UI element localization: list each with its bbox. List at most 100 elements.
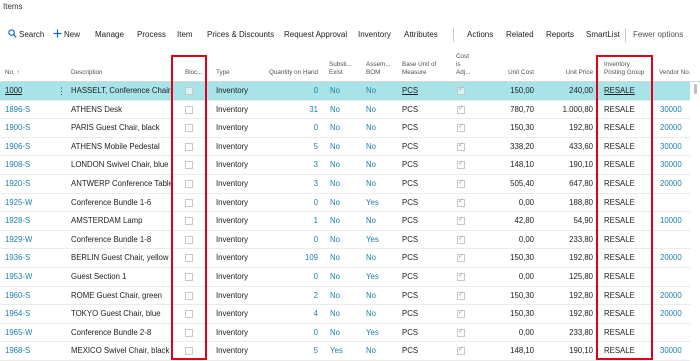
column-header-cost-adjusted[interactable]: Cost is Adj...	[456, 53, 470, 77]
blocked-checkbox[interactable]	[185, 235, 193, 244]
item-menu[interactable]: Item	[177, 26, 193, 44]
new-button[interactable]: New	[53, 26, 80, 44]
more-options-icon[interactable]: ⋮	[57, 82, 66, 100]
request-approval-menu[interactable]: Request Approval	[284, 26, 347, 44]
item-no-cell[interactable]: 1936-S	[5, 249, 30, 267]
table-row[interactable]: 1000 HASSELT, Conference Chair, Inventory 0…	[0, 82, 690, 101]
quantity-on-hand-cell[interactable]: 0	[262, 268, 318, 286]
reports-menu[interactable]: Reports	[546, 26, 574, 44]
table-row[interactable]: 1928-S AMSTERDAM Lamp Inventory 1 No No PCS 42,…	[0, 212, 690, 231]
quantity-on-hand-cell[interactable]: 2	[262, 287, 318, 305]
column-header-unit-price[interactable]: Unit Price	[553, 69, 593, 77]
blocked-checkbox[interactable]	[185, 87, 193, 95]
quantity-on-hand-cell[interactable]: 0	[262, 231, 318, 249]
table-row[interactable]: 1965-W Conference Bundle 2-8 Inventory 0 No Y…	[0, 324, 690, 343]
quantity-on-hand-cell[interactable]: 0	[262, 82, 318, 100]
item-no-cell[interactable]: 1896-S	[5, 101, 30, 119]
item-no-cell[interactable]: 1968-S	[5, 342, 30, 360]
quantity-on-hand-cell[interactable]: 0	[262, 194, 318, 212]
quantity-on-hand-cell[interactable]: 0	[262, 324, 318, 342]
column-header-inventory-posting-group[interactable]: Inventory Posting Group	[604, 61, 644, 77]
blocked-checkbox[interactable]	[185, 105, 193, 114]
item-no-cell[interactable]: 1928-S	[5, 212, 30, 230]
table-row[interactable]: 1953-W Guest Section 1 Inventory 0 No Yes PCS 0…	[0, 268, 690, 287]
vendor-no-cell[interactable]: 20000	[660, 249, 682, 267]
column-header-description[interactable]: Description	[71, 69, 103, 77]
column-header-vendor-no[interactable]: Vendor No.	[659, 69, 691, 77]
quantity-on-hand-cell[interactable]: 3	[262, 156, 318, 174]
manage-menu[interactable]: Manage	[95, 26, 124, 44]
vendor-no-cell[interactable]: 30000	[660, 101, 682, 119]
blocked-checkbox[interactable]	[185, 161, 193, 170]
vendor-no-cell[interactable]: 20000	[660, 119, 682, 137]
blocked-checkbox[interactable]	[185, 180, 193, 188]
process-menu[interactable]: Process	[137, 26, 166, 44]
table-row[interactable]: 1920-S ANTWERP Conference Table Inventory 3…	[0, 175, 690, 194]
table-row[interactable]: 1906-S ATHENS Mobile Pedestal Inventory 5 No…	[0, 138, 690, 157]
vertical-scrollbar[interactable]	[692, 84, 700, 361]
table-row[interactable]: 1925-W Conference Bundle 1-6 Inventory 0 No Y…	[0, 194, 690, 213]
table-row[interactable]: 1964-S TOKYO Guest Chair, blue Inventory 4 N…	[0, 305, 690, 324]
table-row[interactable]: 1968-S MEXICO Swivel Chair, black Inventor…	[0, 342, 690, 361]
blocked-checkbox[interactable]	[185, 198, 193, 207]
column-header-no[interactable]: No. ↑	[5, 69, 20, 77]
item-no-cell[interactable]: 1965-W	[5, 324, 32, 342]
column-header-assembly-bom[interactable]: Assem... BOM	[366, 61, 391, 77]
table-row[interactable]: 1960-S ROME Guest Chair, green Inventory 2 N…	[0, 287, 690, 306]
quantity-on-hand-cell[interactable]: 5	[262, 138, 318, 156]
item-no-cell[interactable]: 1900-S	[5, 119, 30, 137]
blocked-checkbox[interactable]	[185, 124, 193, 133]
blocked-checkbox[interactable]	[185, 347, 193, 356]
search-button[interactable]: Search	[8, 26, 44, 44]
item-no-cell[interactable]: 1929-W	[5, 231, 32, 249]
table-row[interactable]: 1900-S PARIS Guest Chair, black Inventory 0…	[0, 119, 690, 138]
actions-menu[interactable]: Actions	[467, 26, 493, 44]
item-no-cell[interactable]: 1960-S	[5, 287, 30, 305]
blocked-checkbox[interactable]	[185, 291, 193, 300]
related-menu[interactable]: Related	[506, 26, 534, 44]
blocked-checkbox[interactable]	[185, 254, 193, 263]
item-no-cell[interactable]: 1964-S	[5, 305, 30, 323]
vendor-no-cell[interactable]: 20000	[660, 287, 682, 305]
item-no-cell[interactable]: 1953-W	[5, 268, 32, 286]
blocked-checkbox[interactable]	[185, 273, 193, 281]
blocked-checkbox[interactable]	[185, 142, 193, 151]
vendor-no-cell[interactable]: 20000	[660, 305, 682, 323]
table-row[interactable]: 1936-S BERLIN Guest Chair, yellow Inventor…	[0, 249, 690, 268]
blocked-checkbox[interactable]	[185, 328, 193, 337]
vendor-no-cell[interactable]: 30000	[660, 156, 682, 174]
quantity-on-hand-cell[interactable]: 31	[262, 101, 318, 119]
inventory-menu[interactable]: Inventory	[358, 26, 391, 44]
quantity-on-hand-cell[interactable]: 1	[262, 212, 318, 230]
table-row[interactable]: 1929-W Conference Bundle 1-8 Inventory 0 No Y…	[0, 231, 690, 250]
vendor-no-cell[interactable]: 30000	[660, 138, 682, 156]
item-no-cell[interactable]: 1906-S	[5, 138, 30, 156]
item-no-cell[interactable]: 1000	[5, 82, 22, 100]
vendor-no-cell[interactable]: 10000	[660, 212, 682, 230]
quantity-on-hand-cell[interactable]: 5	[262, 342, 318, 360]
column-header-type[interactable]: Type	[216, 69, 230, 77]
fewer-options-button[interactable]: Fewer options	[633, 26, 683, 44]
vendor-no-cell[interactable]: 30000	[660, 342, 682, 360]
item-no-cell[interactable]: 1920-S	[5, 175, 30, 193]
table-row[interactable]: 1896-S ATHENS Desk Inventory 31 No No PCS 780,7…	[0, 101, 690, 120]
scrollbar-thumb[interactable]	[694, 84, 697, 94]
smartlist-menu[interactable]: SmartList	[586, 26, 620, 44]
column-header-blocked[interactable]: Bloc...	[185, 69, 203, 77]
quantity-on-hand-cell[interactable]: 4	[262, 305, 318, 323]
blocked-checkbox[interactable]	[185, 310, 193, 319]
column-header-unit-cost[interactable]: Unit Cost	[494, 69, 534, 77]
prices-discounts-menu[interactable]: Prices & Discounts	[207, 26, 274, 44]
attributes-menu[interactable]: Attributes	[404, 26, 438, 44]
blocked-checkbox[interactable]	[185, 217, 193, 226]
table-row[interactable]: 1908-S LONDON Swivel Chair, blue Inventory…	[0, 156, 690, 175]
column-header-base-unit[interactable]: Base Unit of Measure	[402, 61, 436, 77]
column-header-quantity-on-hand[interactable]: Quantity on Hand	[262, 69, 318, 77]
item-no-cell[interactable]: 1908-S	[5, 156, 30, 174]
quantity-on-hand-cell[interactable]: 0	[262, 119, 318, 137]
item-no-cell[interactable]: 1925-W	[5, 194, 32, 212]
quantity-on-hand-cell[interactable]: 3	[262, 175, 318, 193]
column-header-substitutes-exist[interactable]: Substi... Exist	[329, 61, 352, 77]
quantity-on-hand-cell[interactable]: 109	[262, 249, 318, 267]
vendor-no-cell[interactable]: 20000	[660, 175, 682, 193]
